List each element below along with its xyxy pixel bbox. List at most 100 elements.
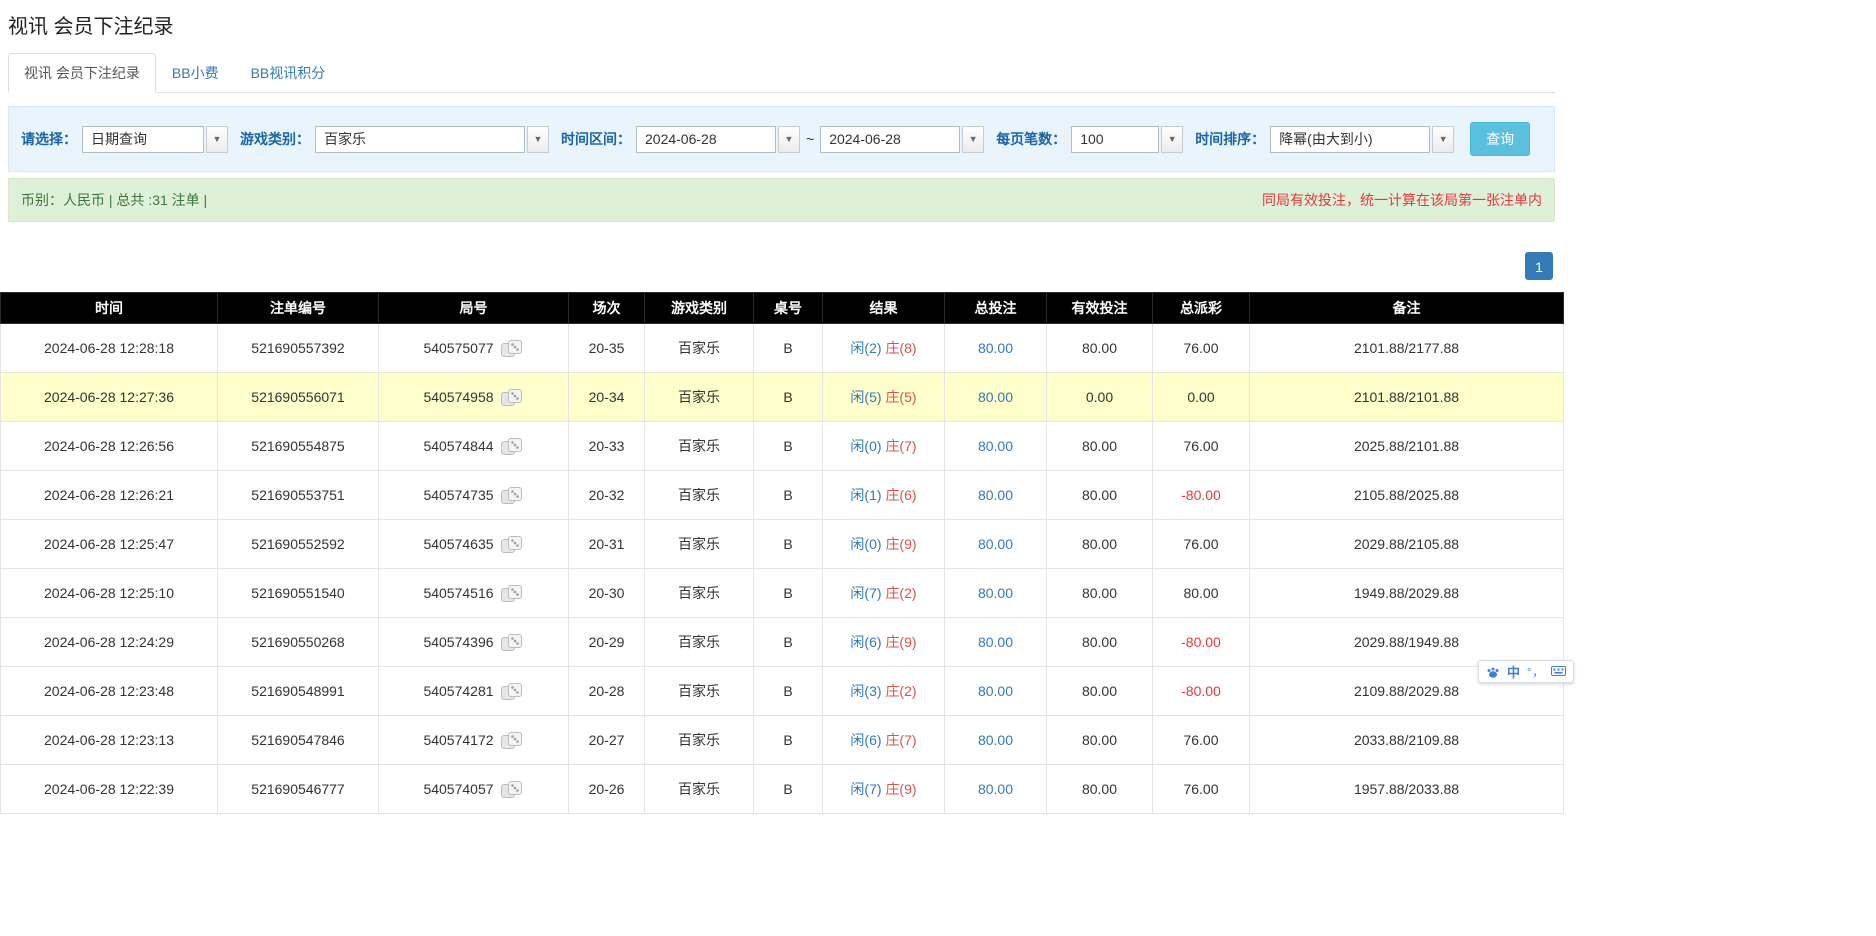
total-bet-link[interactable]: 80.00 (978, 340, 1013, 356)
dice-icon[interactable] (500, 682, 524, 701)
total-bet-link[interactable]: 80.00 (978, 487, 1013, 503)
cell-bet-id: 521690547846 (218, 716, 379, 765)
result-player: 闲(7) (850, 585, 881, 601)
ime-logo-icon[interactable] (1486, 665, 1500, 679)
result-player: 闲(1) (850, 487, 881, 503)
cell-result: 闲(0) 庄(9) (823, 520, 945, 569)
sort-label: 时间排序： (1195, 129, 1265, 149)
total-bet-link[interactable]: 80.00 (978, 585, 1013, 601)
search-button[interactable]: 查询 (1470, 122, 1530, 156)
cell-session: 20-26 (569, 765, 645, 814)
result-player: 闲(6) (850, 732, 881, 748)
dice-icon[interactable] (500, 339, 524, 358)
pagination: 1 (0, 252, 1563, 280)
cell-payout: 76.00 (1153, 324, 1250, 373)
cell-payout: -80.00 (1153, 667, 1250, 716)
column-header: 总派彩 (1153, 293, 1250, 324)
cell-bet-id: 521690550268 (218, 618, 379, 667)
dice-icon[interactable] (500, 780, 524, 799)
dice-icon[interactable] (500, 388, 524, 407)
result-player: 闲(0) (850, 438, 881, 454)
page-size-value: 100 (1071, 126, 1159, 153)
cell-time: 2024-06-28 12:26:56 (1, 422, 218, 471)
dice-icon[interactable] (500, 437, 524, 456)
cell-valid-bet: 80.00 (1047, 765, 1153, 814)
date-to-select[interactable]: 2024-06-28 ▼ (820, 126, 984, 153)
dice-icon[interactable] (500, 486, 524, 505)
chevron-down-icon: ▼ (1161, 126, 1183, 153)
cell-result: 闲(1) 庄(6) (823, 471, 945, 520)
table-row: 2024-06-28 12:28:18 521690557392 5405750… (1, 324, 1564, 373)
round-id-text: 540575077 (423, 340, 493, 356)
query-type-select[interactable]: 日期查询 ▼ (82, 126, 228, 153)
cell-result: 闲(7) 庄(9) (823, 765, 945, 814)
result-banker: 庄(2) (885, 585, 916, 601)
column-header: 游戏类别 (645, 293, 754, 324)
summary-bar: 币别：人民币 | 总共 :31 注单 | 同局有效投注，统一计算在该局第一张注单… (8, 178, 1555, 222)
table-row: 2024-06-28 12:25:47 521690552592 5405746… (1, 520, 1564, 569)
dice-icon[interactable] (500, 633, 524, 652)
cell-remark: 1949.88/2029.88 (1250, 569, 1564, 618)
cell-round-id: 540574735 (379, 471, 569, 520)
result-player: 闲(6) (850, 634, 881, 650)
cell-valid-bet: 80.00 (1047, 569, 1153, 618)
cell-bet-id: 521690553751 (218, 471, 379, 520)
total-bet-link[interactable]: 80.00 (978, 781, 1013, 797)
cell-time: 2024-06-28 12:25:10 (1, 569, 218, 618)
total-bet-link[interactable]: 80.00 (978, 536, 1013, 552)
round-id-text: 540574516 (423, 585, 493, 601)
dice-icon[interactable] (500, 584, 524, 603)
cell-session: 20-33 (569, 422, 645, 471)
cell-valid-bet: 80.00 (1047, 520, 1153, 569)
date-from-select[interactable]: 2024-06-28 ▼ (636, 126, 800, 153)
cell-table-no: B (754, 422, 823, 471)
cell-total-bet: 80.00 (945, 765, 1047, 814)
result-player: 闲(0) (850, 536, 881, 552)
chevron-down-icon: ▼ (778, 126, 800, 153)
cell-result: 闲(6) 庄(9) (823, 618, 945, 667)
cell-payout: -80.00 (1153, 618, 1250, 667)
total-bet-link[interactable]: 80.00 (978, 683, 1013, 699)
ime-toolbar[interactable]: 中 °， (1478, 660, 1574, 683)
cell-session: 20-34 (569, 373, 645, 422)
total-bet-link[interactable]: 80.00 (978, 438, 1013, 454)
dice-icon[interactable] (500, 535, 524, 554)
round-id-text: 540574281 (423, 683, 493, 699)
records-table: 时间注单编号局号场次游戏类别桌号结果总投注有效投注总派彩备注 2024-06-2… (0, 292, 1564, 814)
tab-betting-records[interactable]: 视讯 会员下注纪录 (8, 53, 156, 93)
sort-select[interactable]: 降幂(由大到小) ▼ (1270, 126, 1454, 153)
cell-valid-bet: 80.00 (1047, 618, 1153, 667)
page-button-1[interactable]: 1 (1525, 252, 1553, 280)
total-bet-link[interactable]: 80.00 (978, 634, 1013, 650)
round-id-text: 540574735 (423, 487, 493, 503)
table-row: 2024-06-28 12:26:56 521690554875 5405748… (1, 422, 1564, 471)
cell-bet-id: 521690546777 (218, 765, 379, 814)
cell-time: 2024-06-28 12:23:48 (1, 667, 218, 716)
game-type-select[interactable]: 百家乐 ▼ (315, 126, 549, 153)
cell-payout: 80.00 (1153, 569, 1250, 618)
ime-language-indicator[interactable]: 中 (1507, 662, 1520, 681)
main-container: 视讯 会员下注纪录 视讯 会员下注纪录 BB小费 BB视讯积分 请选择： 日期查… (0, 10, 1563, 814)
total-bet-link[interactable]: 80.00 (978, 389, 1013, 405)
table-row: 2024-06-28 12:26:21 521690553751 5405747… (1, 471, 1564, 520)
tab-bb-tips[interactable]: BB小费 (156, 53, 235, 93)
tab-bb-points[interactable]: BB视讯积分 (235, 53, 342, 93)
result-banker: 庄(5) (885, 389, 916, 405)
round-id-text: 540574172 (423, 732, 493, 748)
cell-valid-bet: 80.00 (1047, 667, 1153, 716)
game-type-label: 游戏类别： (240, 129, 310, 149)
cell-valid-bet: 80.00 (1047, 324, 1153, 373)
query-type-label: 请选择： (21, 129, 77, 149)
column-header: 局号 (379, 293, 569, 324)
cell-result: 闲(0) 庄(7) (823, 422, 945, 471)
cell-payout: -80.00 (1153, 471, 1250, 520)
cell-game-type: 百家乐 (645, 471, 754, 520)
cell-time: 2024-06-28 12:25:47 (1, 520, 218, 569)
ime-keyboard-icon[interactable] (1551, 666, 1566, 678)
total-bet-link[interactable]: 80.00 (978, 732, 1013, 748)
ime-punctuation-icon[interactable]: °， (1527, 664, 1544, 680)
cell-game-type: 百家乐 (645, 373, 754, 422)
table-row: 2024-06-28 12:22:39 521690546777 5405740… (1, 765, 1564, 814)
dice-icon[interactable] (500, 731, 524, 750)
page-size-select[interactable]: 100 ▼ (1071, 126, 1183, 153)
